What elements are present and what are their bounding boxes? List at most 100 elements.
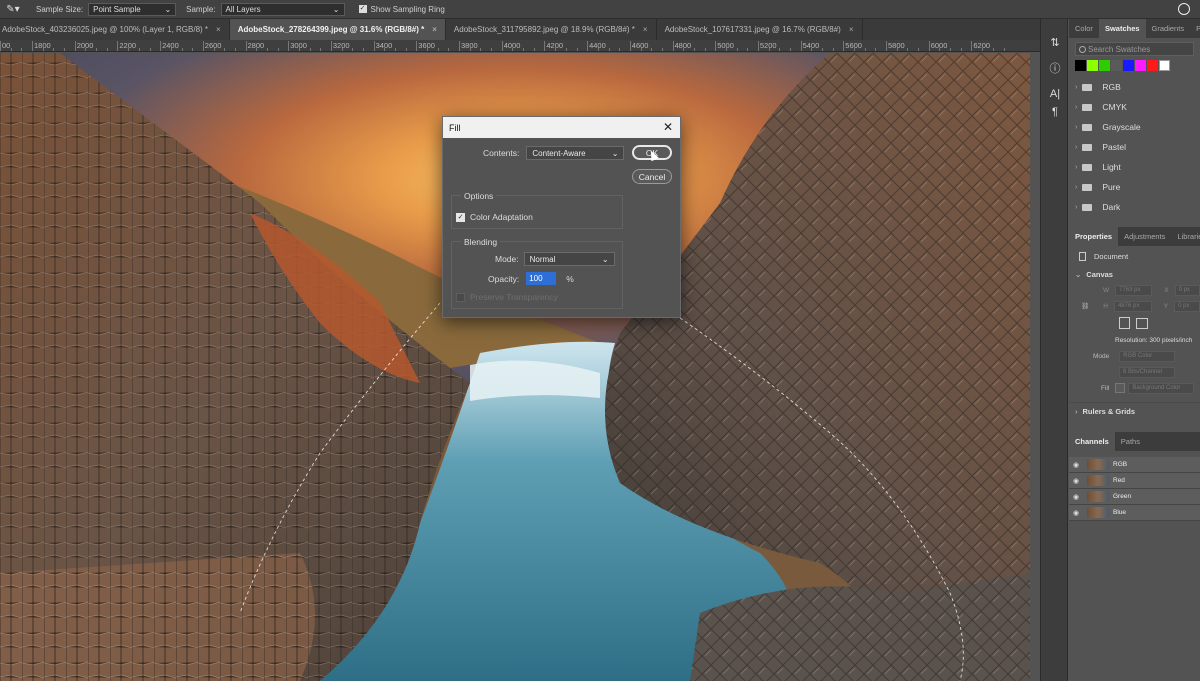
ruler-tick (266, 48, 268, 51)
close-icon[interactable]: × (643, 25, 648, 34)
ruler-tick (822, 48, 823, 51)
tab-color[interactable]: Color (1069, 19, 1099, 38)
x-field[interactable]: 0 px (1174, 284, 1200, 296)
close-icon[interactable]: × (216, 25, 221, 34)
preserve-transparency-row[interactable]: Preserve Transparency (456, 292, 558, 302)
channels-list: ◉ RGB ◉ Red ◉ Green ◉ Blue (1069, 457, 1200, 521)
rulers-grids-section[interactable]: › Rulers & Grids (1069, 402, 1200, 420)
tab-channels[interactable]: Channels (1069, 432, 1115, 451)
channel-row-red[interactable]: ◉ Red (1069, 473, 1200, 489)
eye-icon[interactable]: ◉ (1073, 461, 1083, 469)
ruler-tick (437, 48, 439, 51)
dialog-titlebar[interactable]: Fill ✕ (443, 117, 680, 138)
tab-paths[interactable]: Paths (1115, 432, 1146, 451)
ruler-tick (576, 48, 578, 51)
ruler-tick (555, 48, 557, 51)
swatch-color[interactable] (1147, 60, 1158, 71)
portrait-icon[interactable] (1119, 317, 1130, 329)
tab-libraries[interactable]: Libraries (1171, 227, 1200, 246)
ruler-tick (181, 48, 183, 51)
horizontal-ruler[interactable]: 00 1800 2000 2200 2400 2600 2800 3000 3200 3400 36… (0, 40, 1040, 52)
orientation-row (1069, 314, 1200, 332)
canvas-section-title[interactable]: ⌄ Canvas (1069, 266, 1200, 282)
ruler-tick (587, 41, 589, 51)
swatch-group-pastel[interactable]: › Pastel (1069, 137, 1200, 157)
cancel-button[interactable]: Cancel (632, 169, 672, 184)
link-icon[interactable]: ⛓ (1081, 302, 1089, 310)
mode-field[interactable]: RGB Color (1119, 350, 1176, 362)
ruler-tick (469, 48, 471, 51)
color-adaptation-checkbox[interactable]: ✓ (456, 212, 465, 222)
eyedropper-tool-icon[interactable]: ✎▾ (0, 4, 26, 15)
tab-swatches[interactable]: Swatches (1098, 19, 1146, 38)
ruler-tick (928, 41, 930, 51)
sample-select[interactable]: All Layers ⌄ (220, 2, 345, 16)
ruler-tick (619, 48, 621, 51)
chevron-down-icon: ⌄ (332, 4, 340, 14)
swatch-group-grayscale[interactable]: › Grayscale (1069, 117, 1200, 137)
tab-document-2[interactable]: AdobeStock_278264399.jpeg @ 31.6% (RGB/8… (229, 19, 446, 40)
swatch-color[interactable] (1087, 60, 1098, 71)
width-field[interactable]: 7763 px (1115, 284, 1153, 296)
sample-size-label: Sample Size: (36, 4, 84, 14)
h-label: H (1103, 302, 1108, 310)
opacity-unit: % (566, 273, 574, 284)
close-icon[interactable]: × (432, 25, 437, 34)
fill-field[interactable]: Background Color (1128, 382, 1195, 394)
fill-color-swatch[interactable] (1115, 383, 1126, 393)
channel-row-blue[interactable]: ◉ Blue (1069, 505, 1200, 521)
ruler-tick (533, 48, 535, 51)
swatch-group-dark[interactable]: › Dark (1069, 197, 1200, 217)
channel-row-rgb[interactable]: ◉ RGB (1069, 457, 1200, 473)
mode-select[interactable]: Normal ⌄ (523, 252, 615, 266)
swatch-group-cmyk[interactable]: › CMYK (1069, 97, 1200, 117)
close-icon[interactable]: × (849, 25, 854, 34)
eye-icon[interactable]: ◉ (1073, 477, 1083, 485)
opacity-input[interactable]: 100 (526, 272, 557, 285)
swatch-color[interactable] (1159, 60, 1170, 71)
search-swatches-input[interactable]: Search Swatches (1075, 42, 1194, 56)
mode-value: Normal (529, 254, 556, 264)
rulers-grids-title: Rulers & Grids (1082, 407, 1136, 416)
tab-document-4[interactable]: AdobeStock_107617331.jpeg @ 16.7% (RGB/8… (657, 19, 863, 40)
eye-icon[interactable]: ◉ (1073, 509, 1083, 517)
color-adaptation-row[interactable]: ✓ Color Adaptation (456, 212, 533, 222)
tab-patterns[interactable]: Patte (1190, 19, 1200, 38)
eye-icon[interactable]: ◉ (1073, 493, 1083, 501)
ruler-tick (757, 41, 759, 51)
swatch-group-pure[interactable]: › Pure (1069, 177, 1200, 197)
tab-document-1[interactable]: AdobeStock_403236025.jpeg @ 100% (Layer … (0, 19, 230, 40)
swatch-color[interactable] (1123, 60, 1134, 71)
bits-field[interactable]: 8 Bits/Channel (1119, 366, 1175, 378)
tab-label: AdobeStock_107617331.jpeg @ 16.7% (RGB/8… (664, 25, 841, 34)
contents-select[interactable]: Content-Aware ⌄ (526, 146, 625, 160)
swatch-color[interactable] (1135, 60, 1146, 71)
paragraph-icon[interactable]: ¶ (1041, 99, 1069, 125)
show-sampling-ring-checkbox[interactable]: ✓ (358, 5, 367, 13)
folder-icon (1082, 123, 1093, 131)
channel-row-green[interactable]: ◉ Green (1069, 489, 1200, 505)
landscape-icon[interactable] (1136, 317, 1148, 329)
swatch-color[interactable] (1111, 60, 1122, 71)
account-avatar-icon[interactable] (1178, 3, 1190, 15)
swatch-color[interactable] (1099, 60, 1110, 71)
swatch-color[interactable] (1075, 60, 1086, 71)
tab-gradients[interactable]: Gradients (1146, 19, 1191, 38)
close-icon[interactable]: ✕ (663, 120, 673, 134)
tab-adjustments[interactable]: Adjustments (1118, 227, 1171, 246)
ruler-tick (971, 41, 973, 51)
mode-label: Mode: (495, 254, 519, 264)
info-icon[interactable]: ⓘ (1041, 55, 1069, 81)
swatch-group-light[interactable]: › Light (1069, 157, 1200, 177)
swatch-group-rgb[interactable]: › RGB (1069, 77, 1200, 97)
ruler-tick (661, 48, 663, 51)
arrange-panels-icon[interactable]: ⇅ (1041, 29, 1069, 55)
y-field[interactable]: 0 px (1174, 300, 1200, 312)
height-field[interactable]: 4876 px (1113, 300, 1152, 312)
document-row: Document (1069, 246, 1200, 266)
sample-size-select[interactable]: Point Sample ⌄ (88, 2, 177, 16)
tab-properties[interactable]: Properties (1069, 227, 1119, 246)
channel-label: RGB (1113, 461, 1128, 468)
tab-document-3[interactable]: AdobeStock_311795892.jpeg @ 18.9% (RGB/8… (446, 19, 657, 40)
preserve-transparency-checkbox[interactable] (456, 292, 465, 302)
